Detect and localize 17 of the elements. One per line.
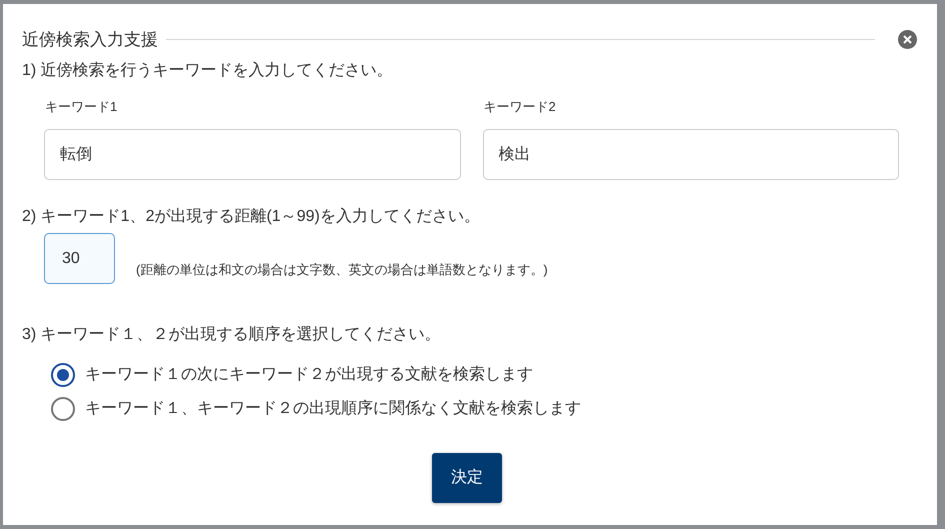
radio-button[interactable] [51,397,75,421]
field-label: キーワード2 [482,98,556,116]
dialog-title: 近傍検索入力支援 [22,29,158,51]
field-label: キーワード1 [44,98,118,116]
keyword-field[interactable]: 検出 [482,129,899,180]
close-button[interactable] [898,30,917,50]
keyword-field[interactable]: 転倒 [44,129,460,180]
radio-button[interactable] [51,363,75,387]
step-label: 3) キーワード１、２が出現する順序を選択してください。 [21,324,441,345]
distance-note: (距離の単位は和文の場合は文字数、英文の場合は単語数となります。) [136,260,548,279]
close-icon [903,35,912,44]
submit-button[interactable]: 決定 [432,453,502,503]
option-label: キーワード１の次にキーワード２が出現する文献を検索します [85,364,533,385]
step-label: 2) キーワード1、2が出現する距離(1～99)を入力してください。 [21,206,480,227]
option-label: キーワード１、キーワード２の出現順序に関係なく文献を検索します [85,398,581,419]
step-label: 1) 近傍検索を行うキーワードを入力してください。 [21,60,393,80]
distance-field[interactable]: 30 [44,233,115,284]
